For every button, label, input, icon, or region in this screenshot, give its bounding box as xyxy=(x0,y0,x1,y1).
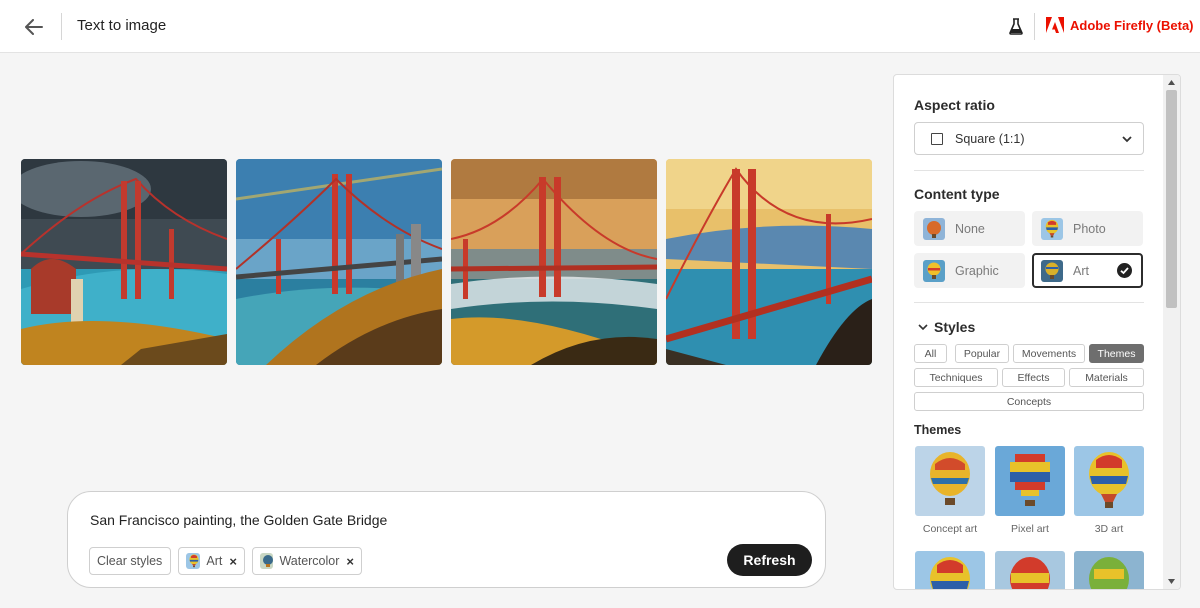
content-type-photo[interactable]: Photo xyxy=(1032,211,1143,246)
generated-image-1[interactable] xyxy=(21,159,227,365)
graphic-thumbnail-icon xyxy=(923,259,945,282)
checkmark-icon xyxy=(1117,263,1132,278)
content-type-title: Content type xyxy=(914,186,1000,202)
theme-card[interactable] xyxy=(995,551,1065,589)
caret-down-icon xyxy=(1168,579,1175,584)
divider xyxy=(914,302,1144,303)
prompt-box: San Francisco painting, the Golden Gate … xyxy=(67,491,826,588)
remove-chip-icon[interactable]: × xyxy=(229,554,237,569)
chevron-down-icon xyxy=(1122,136,1132,143)
art-thumbnail-icon xyxy=(1041,259,1063,282)
page-title: Text to image xyxy=(77,17,167,34)
content-type-label: Graphic xyxy=(955,263,999,278)
styles-section-toggle[interactable]: Styles xyxy=(918,319,975,335)
theme-concept-art[interactable]: Concept art xyxy=(915,446,985,535)
style-tab-techniques[interactable]: Techniques xyxy=(914,368,998,387)
divider xyxy=(914,170,1144,171)
theme-card[interactable] xyxy=(915,551,985,589)
brand[interactable]: Adobe Firefly (Beta) xyxy=(1046,17,1194,33)
scrollbar-thumb[interactable] xyxy=(1166,90,1177,308)
styles-title: Styles xyxy=(934,319,976,335)
aspect-ratio-title: Aspect ratio xyxy=(914,97,995,113)
style-tab-all[interactable]: All xyxy=(914,344,947,363)
settings-panel: Aspect ratio Square (1:1) Content type N… xyxy=(893,74,1181,590)
content-type-none[interactable]: None xyxy=(914,211,1025,246)
style-tab-effects[interactable]: Effects xyxy=(1002,368,1065,387)
watercolor-thumbnail-icon xyxy=(260,553,274,569)
theme-label: Pixel art xyxy=(1011,523,1049,535)
theme-thumbnail xyxy=(915,551,985,589)
theme-thumbnail xyxy=(995,551,1065,589)
aspect-ratio-dropdown[interactable]: Square (1:1) xyxy=(914,122,1144,155)
labs-button[interactable] xyxy=(1006,15,1026,37)
generated-image-3[interactable] xyxy=(451,159,657,365)
header-divider xyxy=(61,13,62,40)
theme-card[interactable] xyxy=(1074,551,1144,589)
settings-panel-content: Aspect ratio Square (1:1) Content type N… xyxy=(894,75,1164,589)
generated-image-2[interactable] xyxy=(236,159,442,365)
content-type-art[interactable]: Art xyxy=(1032,253,1143,288)
content-type-label: Art xyxy=(1073,263,1089,278)
style-tab-themes[interactable]: Themes xyxy=(1089,344,1144,363)
arrow-left-icon xyxy=(25,19,43,35)
content-type-label: None xyxy=(955,221,985,236)
square-icon xyxy=(931,132,943,145)
beaker-icon xyxy=(1009,17,1023,35)
theme-label: 3D art xyxy=(1094,523,1124,535)
none-thumbnail-icon xyxy=(923,217,945,240)
generated-image-4[interactable] xyxy=(666,159,872,365)
style-tab-materials[interactable]: Materials xyxy=(1069,368,1144,387)
style-tab-popular[interactable]: Popular xyxy=(955,344,1009,363)
theme-thumbnail xyxy=(1074,551,1144,589)
remove-chip-icon[interactable]: × xyxy=(346,554,354,569)
style-tab-concepts[interactable]: Concepts xyxy=(914,392,1144,411)
style-chip-watercolor: Watercolor × xyxy=(252,547,362,575)
content-type-graphic[interactable]: Graphic xyxy=(914,253,1025,288)
header-divider xyxy=(1034,13,1035,40)
chip-label: Watercolor xyxy=(279,554,340,568)
theme-label: Concept art xyxy=(922,523,978,535)
adobe-logo-icon xyxy=(1046,17,1064,33)
refresh-button[interactable]: Refresh xyxy=(727,544,812,576)
clear-styles-button[interactable]: Clear styles xyxy=(89,547,171,575)
content-type-label: Photo xyxy=(1073,221,1106,236)
panel-scrollbar[interactable] xyxy=(1163,75,1180,589)
balloon-thumbnail-icon xyxy=(186,553,201,569)
style-tab-movements[interactable]: Movements xyxy=(1013,344,1085,363)
style-chip-art: Art × xyxy=(178,547,245,575)
theme-3d-art[interactable]: 3D art xyxy=(1074,446,1144,535)
concept-art-thumbnail xyxy=(915,446,985,516)
back-button[interactable] xyxy=(20,14,48,40)
theme-pixel-art[interactable]: Pixel art xyxy=(995,446,1065,535)
aspect-ratio-value: Square (1:1) xyxy=(955,131,1025,146)
photo-thumbnail-icon xyxy=(1041,217,1063,240)
caret-up-icon xyxy=(1168,80,1175,85)
scroll-down-button[interactable] xyxy=(1163,574,1180,589)
clear-styles-label: Clear styles xyxy=(97,554,163,568)
scroll-up-button[interactable] xyxy=(1163,75,1180,90)
chevron-down-icon xyxy=(918,324,928,331)
themes-title: Themes xyxy=(914,423,962,437)
app-header: Text to image Adobe Firefly (Beta) xyxy=(0,0,1200,53)
prompt-input[interactable]: San Francisco painting, the Golden Gate … xyxy=(90,512,790,528)
3d-art-thumbnail xyxy=(1074,446,1144,516)
pixel-art-thumbnail xyxy=(995,446,1065,516)
brand-name: Adobe Firefly (Beta) xyxy=(1070,17,1194,33)
chip-label: Art xyxy=(206,554,223,568)
